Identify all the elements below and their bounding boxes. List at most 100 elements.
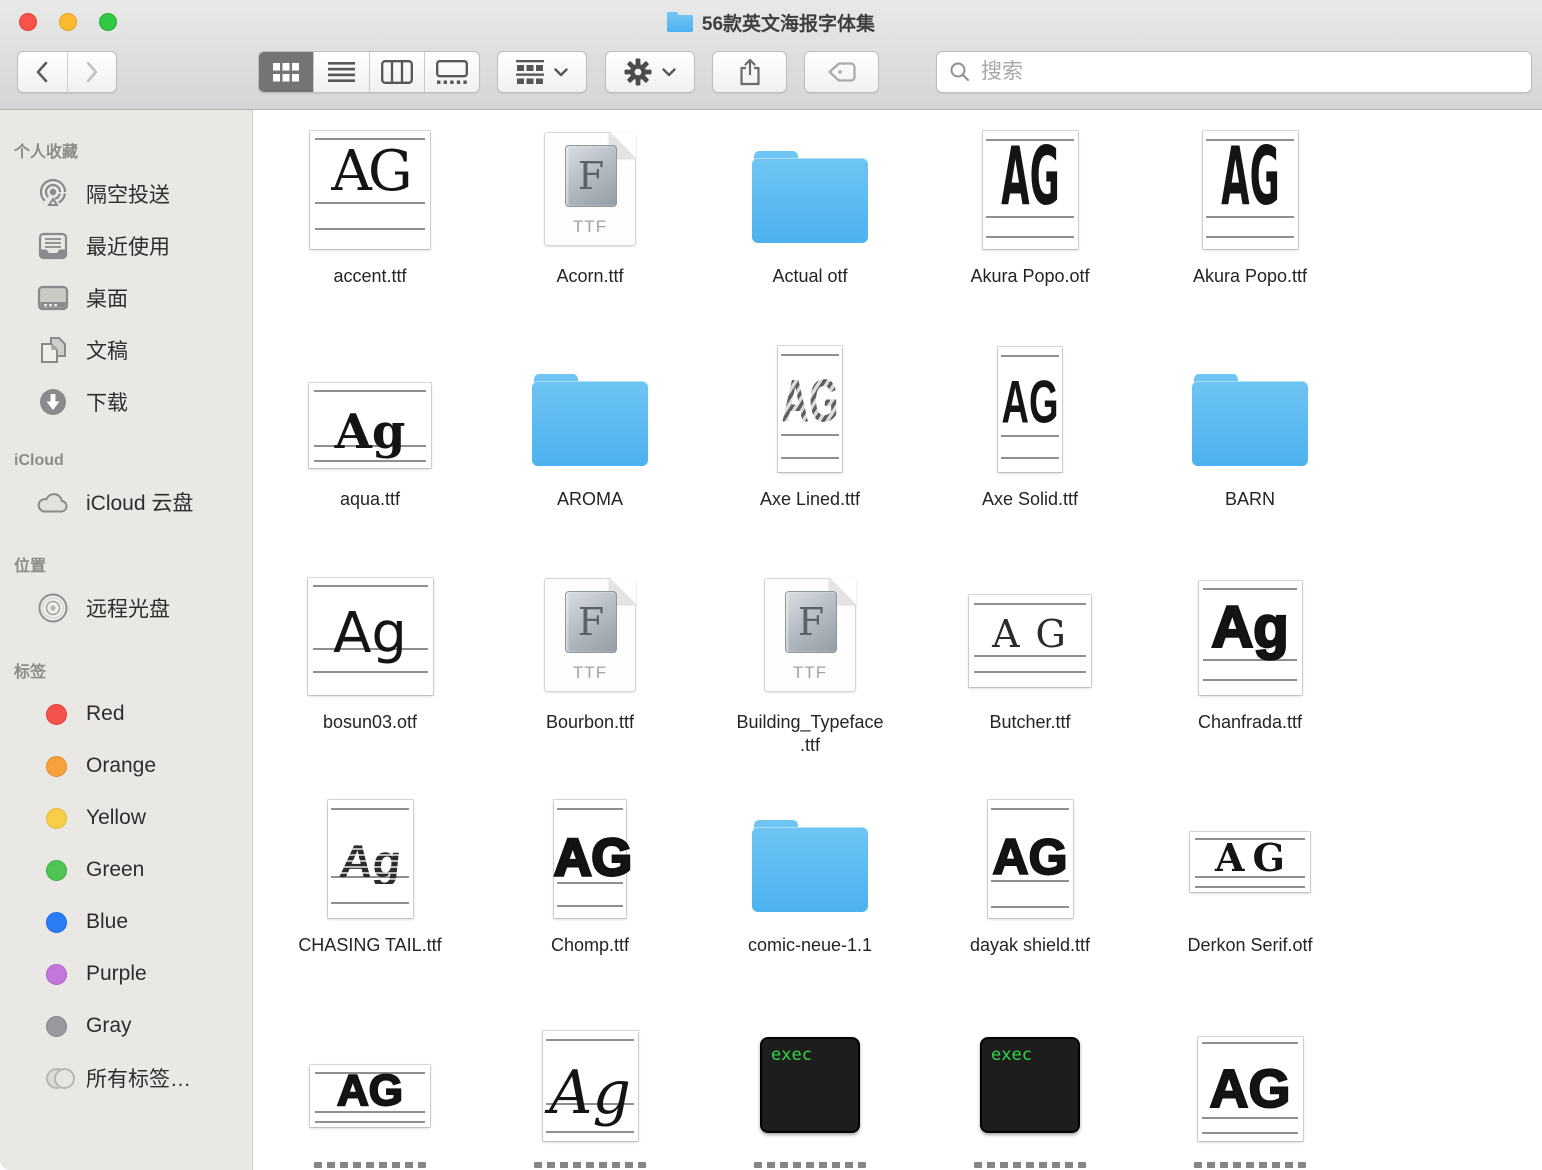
sidebar: 个人收藏 隔空投送 最近使用 桌面 文稿 — [0, 110, 253, 1170]
sidebar-section-locations: 位置 — [14, 552, 252, 576]
unix-executable-icon: exec — [980, 1037, 1080, 1133]
sidebar-tag-orange[interactable]: Orange — [0, 740, 252, 792]
file-item[interactable]: Ag aqua.ttf — [260, 354, 480, 577]
file-item[interactable]: AG accent.ttf — [260, 131, 480, 354]
window-title: 56款英文海报字体集 — [0, 0, 1542, 44]
file-item[interactable]: AG Axe Solid.ttf — [920, 354, 1140, 577]
sidebar-tag-purple[interactable]: Purple — [0, 948, 252, 1000]
file-name: accent.ttf — [333, 265, 406, 288]
finder-window: 56款英文海报字体集 — [0, 0, 1542, 1170]
sidebar-item-documents[interactable]: 文稿 — [0, 324, 252, 376]
file-item[interactable]: comic-neue-1.1 — [700, 800, 920, 1023]
window-header: 56款英文海报字体集 — [0, 0, 1542, 110]
sidebar-tag-blue[interactable]: Blue — [0, 896, 252, 948]
all-tags-icon — [46, 1068, 67, 1089]
chevron-down-icon — [554, 68, 568, 77]
file-item[interactable]: FTTF Acorn.ttf — [480, 131, 700, 354]
file-item[interactable]: BARN — [1140, 354, 1360, 577]
file-item[interactable]: AG Butcher.ttf — [920, 577, 1140, 800]
file-item[interactable]: FTTF Building_Typeface .ttf — [700, 577, 920, 800]
action-menu-button[interactable] — [605, 51, 695, 93]
file-item[interactable]: AG Chomp.ttf — [480, 800, 700, 1023]
font-preview-thumbnail: AG — [1190, 832, 1310, 892]
ttf-document-icon: FTTF — [764, 578, 856, 692]
font-preview-thumbnail: AG — [983, 131, 1078, 249]
file-name: Akura Popo.ttf — [1193, 265, 1307, 288]
sidebar-item-downloads[interactable]: 下载 — [0, 376, 252, 428]
sidebar-item-desktop[interactable]: 桌面 — [0, 272, 252, 324]
file-item[interactable]: exec — [920, 1023, 1140, 1170]
clipped-file-name — [1194, 1162, 1306, 1168]
back-button[interactable] — [18, 52, 67, 92]
sidebar-tag-yellow[interactable]: Yellow — [0, 792, 252, 844]
share-button[interactable] — [712, 51, 787, 93]
font-preview-thumbnail: Ag — [1199, 581, 1302, 695]
sidebar-tag-gray[interactable]: Gray — [0, 1000, 252, 1052]
file-item[interactable]: Ag — [480, 1023, 700, 1170]
file-item[interactable]: AG dayak shield.ttf — [920, 800, 1140, 1023]
chevron-left-icon — [31, 59, 53, 85]
sidebar-section-tags: 标签 — [14, 658, 252, 682]
sidebar-item-label: Orange — [86, 754, 156, 778]
file-item[interactable]: exec — [700, 1023, 920, 1170]
file-item[interactable]: AG Derkon Serif.otf — [1140, 800, 1360, 1023]
file-item[interactable]: AG Axe Lined.ttf — [700, 354, 920, 577]
sidebar-section-favorites: 个人收藏 — [14, 138, 252, 162]
file-item[interactable]: AG — [260, 1023, 480, 1170]
file-item[interactable]: AROMA — [480, 354, 700, 577]
sidebar-tag-green[interactable]: Green — [0, 844, 252, 896]
documents-icon — [36, 334, 70, 366]
group-by-button[interactable] — [497, 51, 587, 93]
clipped-file-name — [974, 1162, 1086, 1168]
sidebar-item-icloud-drive[interactable]: iCloud 云盘 — [0, 476, 252, 528]
icloud-icon — [36, 486, 70, 518]
file-item[interactable]: AG — [1140, 1023, 1360, 1170]
file-name: AROMA — [557, 488, 623, 511]
tag-button[interactable] — [804, 51, 879, 93]
sidebar-item-recents[interactable]: 最近使用 — [0, 220, 252, 272]
grid-view-icon — [273, 63, 299, 82]
file-name: Building_Typeface .ttf — [736, 711, 883, 758]
file-item[interactable]: FTTF Bourbon.ttf — [480, 577, 700, 800]
sidebar-item-label: Yellow — [86, 806, 146, 830]
navigation-buttons — [17, 51, 117, 93]
folder-icon — [752, 820, 868, 912]
sidebar-tag-red[interactable]: Red — [0, 688, 252, 740]
chevron-down-icon — [662, 68, 676, 77]
font-file-glyph: F — [578, 154, 604, 198]
file-name: Chanfrada.ttf — [1198, 711, 1302, 734]
file-item[interactable]: Actual otf — [700, 131, 920, 354]
file-name: Chomp.ttf — [551, 934, 629, 957]
search-input[interactable] — [979, 59, 1499, 85]
tag-green-icon — [46, 860, 67, 881]
column-view-button[interactable] — [369, 52, 424, 92]
file-item[interactable]: AG Akura Popo.otf — [920, 131, 1140, 354]
sidebar-item-airdrop[interactable]: 隔空投送 — [0, 168, 252, 220]
file-item[interactable]: Ag CHASING TAIL.ttf — [260, 800, 480, 1023]
airdrop-icon — [36, 178, 70, 210]
file-item[interactable]: AG Akura Popo.ttf — [1140, 131, 1360, 354]
gallery-view-button[interactable] — [424, 52, 479, 92]
sidebar-item-label: 最近使用 — [86, 231, 170, 261]
sidebar-item-label: 所有标签… — [86, 1063, 191, 1093]
sidebar-all-tags[interactable]: 所有标签… — [0, 1052, 252, 1104]
search-field[interactable] — [936, 51, 1532, 93]
disc-icon — [36, 592, 70, 624]
sidebar-item-label: 桌面 — [86, 283, 128, 313]
file-name: dayak shield.ttf — [970, 934, 1090, 957]
icon-view-button[interactable] — [259, 52, 313, 92]
folder-icon — [752, 151, 868, 243]
file-name: Axe Lined.ttf — [760, 488, 860, 511]
file-name: Axe Solid.ttf — [982, 488, 1078, 511]
file-name: BARN — [1225, 488, 1275, 511]
file-item[interactable]: Ag Chanfrada.ttf — [1140, 577, 1360, 800]
sidebar-item-remote-disc[interactable]: 远程光盘 — [0, 582, 252, 634]
group-icon — [516, 60, 544, 84]
forward-button[interactable] — [67, 52, 117, 92]
sidebar-item-label: Blue — [86, 910, 128, 934]
window-title-text: 56款英文海报字体集 — [702, 9, 875, 36]
file-item[interactable]: Ag bosun03.otf — [260, 577, 480, 800]
unix-executable-icon: exec — [760, 1037, 860, 1133]
folder-proxy-icon[interactable] — [667, 12, 693, 32]
list-view-button[interactable] — [313, 52, 368, 92]
